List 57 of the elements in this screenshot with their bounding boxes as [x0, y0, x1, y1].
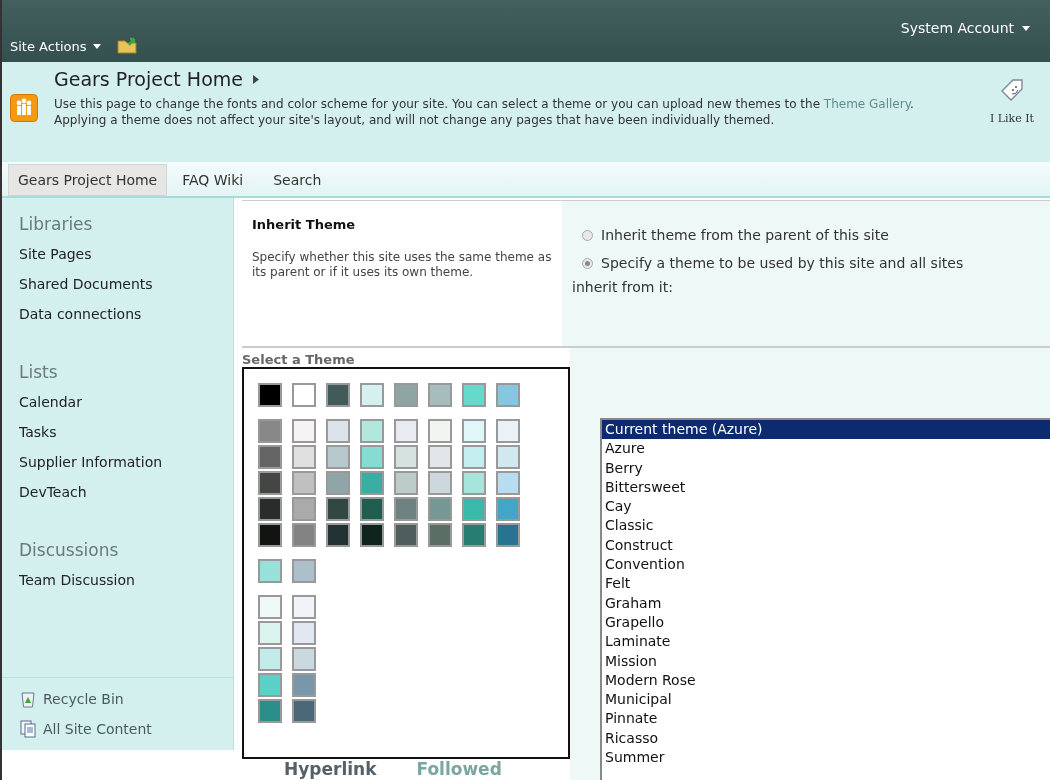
sidebar-item[interactable]: Tasks [19, 424, 233, 440]
recycle-bin-link[interactable]: Recycle Bin [19, 690, 233, 708]
nav-tab[interactable]: FAQ Wiki [167, 164, 259, 196]
sidebar-heading[interactable]: Discussions [19, 540, 233, 560]
radio-button[interactable] [582, 257, 593, 269]
theme-option[interactable]: Current theme (Azure) [602, 420, 1050, 440]
theme-option[interactable]: Bittersweet [602, 477, 1050, 498]
theme-option[interactable]: Felt [602, 574, 1050, 594]
account-menu[interactable]: System Account [900, 20, 1030, 36]
followed-link-sample: Followed [416, 759, 502, 779]
sidebar-item[interactable]: DevTeach [19, 484, 233, 500]
site-actions-menu[interactable]: Site Actions [10, 39, 101, 54]
theme-option[interactable]: Pinnate [602, 709, 1050, 729]
theme-option[interactable]: Ricasso [602, 728, 1050, 749]
sidebar-item[interactable]: Data connections [19, 306, 233, 322]
radio-button[interactable] [582, 229, 593, 241]
sidebar-item[interactable]: Calendar [19, 394, 233, 410]
nav-tab[interactable]: Gears Project Home [8, 164, 168, 196]
theme-option[interactable]: Construct [602, 535, 1050, 556]
radio-label[interactable]: Specify a theme to be used by this site and all sites [601, 255, 964, 271]
page-description: Use this page to change the fonts and color scheme for your site. You can select a theme or you can upload new themes to the Theme Gallery. Applying a theme does not affect your site's layout, and will not change any pages that have been individually themed. [54, 96, 914, 128]
sidebar-heading[interactable]: Lists [19, 362, 233, 382]
theme-option[interactable]: Graham [602, 593, 1050, 613]
hyperlink-sample: Hyperlink [284, 759, 377, 779]
theme-option[interactable]: Modern Rose [602, 670, 1050, 691]
sidebar-item[interactable]: Site Pages [19, 246, 233, 262]
sidebar-item[interactable]: Shared Documents [19, 276, 233, 292]
theme-option[interactable]: Summer [602, 748, 1050, 768]
nav-tab[interactable]: Search [258, 164, 337, 196]
theme-option[interactable]: Municipal [602, 690, 1050, 710]
theme-option[interactable]: Laminate [602, 632, 1050, 652]
folder-arrow-icon[interactable] [116, 36, 139, 54]
sidebar-item[interactable]: Supplier Information [19, 454, 233, 470]
radio-label[interactable]: Inherit theme from the parent of this site [601, 227, 889, 243]
sidebar-item[interactable]: Team Discussion [19, 572, 233, 588]
theme-option[interactable]: Convention [602, 555, 1050, 575]
caret-icon [92, 44, 101, 49]
theme-option[interactable]: Cay [602, 497, 1050, 517]
breadcrumb-arrow-icon [252, 74, 259, 84]
theme-option[interactable]: Classic [602, 516, 1050, 536]
section-description: Specify whether this site uses the same theme as its parent or if it uses its own theme. [252, 250, 552, 280]
recycle-bin-icon [19, 690, 37, 708]
theme-listbox[interactable]: Current theme (Azure) Azure Berry Bittersweet Cay Classic Construct Convention Felt Graham Grapello Laminate Mission Modern Rose Municipal Pinnate Ricasso Summer [600, 418, 1050, 780]
people-logo-icon [10, 94, 38, 122]
documents-icon [19, 720, 37, 738]
theme-option[interactable]: Mission [602, 651, 1050, 671]
theme-option[interactable]: Berry [602, 458, 1050, 478]
site-title[interactable]: Gears Project Home [54, 68, 243, 90]
theme-option[interactable]: Grapello [602, 612, 1050, 633]
all-site-content-link[interactable]: All Site Content [19, 720, 233, 738]
select-theme-label: Select a Theme [242, 352, 356, 367]
caret-icon [1022, 25, 1030, 31]
sidebar-heading[interactable]: Libraries [19, 214, 233, 234]
section-title: Inherit Theme [252, 217, 357, 232]
option-text: inherit from it: [572, 279, 674, 295]
i-like-it-button[interactable]: I Like It [989, 78, 1034, 125]
theme-option[interactable]: Azure [602, 439, 1050, 459]
